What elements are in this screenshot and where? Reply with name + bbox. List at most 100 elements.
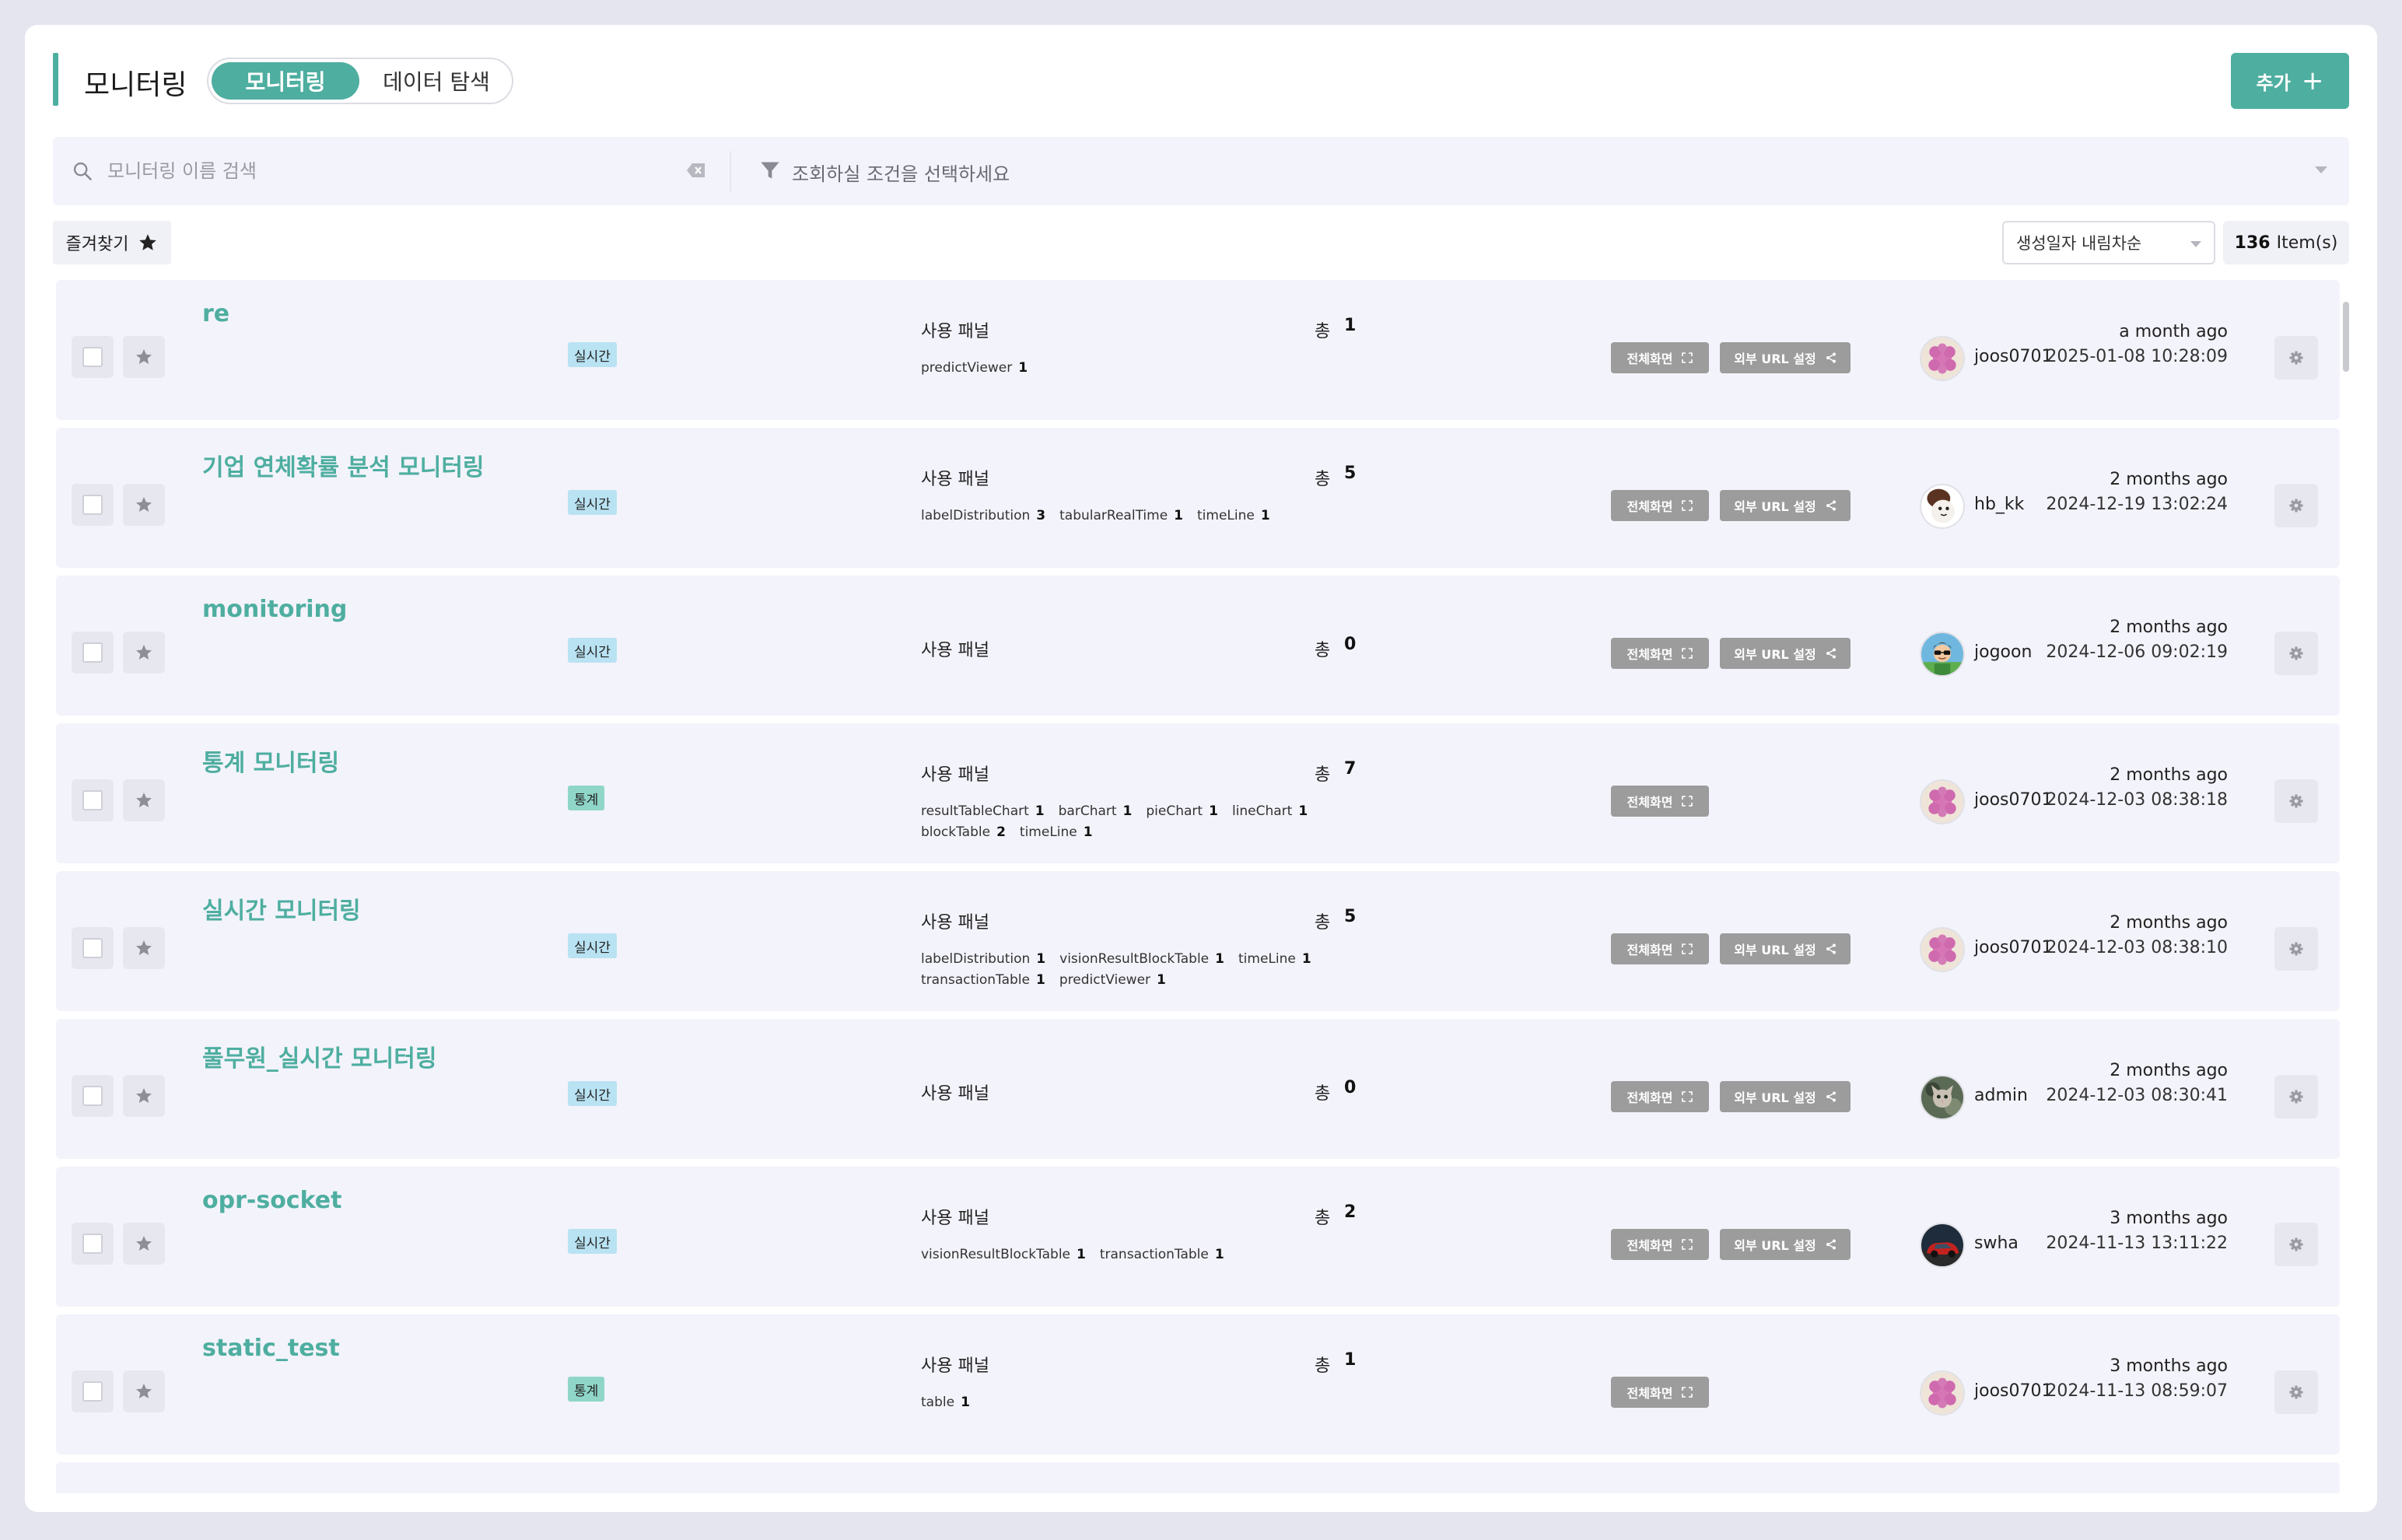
- row-checkbox[interactable]: [72, 484, 114, 526]
- monitoring-name[interactable]: re: [202, 300, 229, 327]
- monitoring-name[interactable]: opr-socket: [202, 1187, 341, 1214]
- row-checkbox[interactable]: [72, 1075, 114, 1117]
- row-checkbox[interactable]: [72, 779, 114, 821]
- monitoring-name[interactable]: static_test: [202, 1335, 340, 1362]
- expand-icon: [1682, 796, 1693, 807]
- total-label: 총: [1315, 913, 1331, 933]
- favorite-star-button[interactable]: [123, 336, 165, 378]
- add-button[interactable]: 추가 +: [2231, 53, 2349, 109]
- row-checkbox[interactable]: [72, 1370, 114, 1412]
- monitoring-row[interactable]: static_test 통계 사용 패널 총 1 table 1 전체화면 joo…: [56, 1314, 2340, 1454]
- row-settings-button[interactable]: [2274, 1223, 2318, 1266]
- favorites-filter-button[interactable]: 즐겨찾기: [53, 221, 171, 264]
- monitoring-row[interactable]: 풀무원_실시간 모니터링 실시간 사용 패널 총 0 전체화면 외부 URL 설…: [56, 1019, 2340, 1159]
- search-input[interactable]: [107, 154, 699, 188]
- row-checkbox[interactable]: [72, 632, 114, 674]
- star-icon: [135, 495, 153, 514]
- mode-monitoring-button[interactable]: 모니터링: [212, 62, 359, 100]
- external-url-button[interactable]: 외부 URL 설정: [1720, 638, 1851, 669]
- favorite-star-button[interactable]: [123, 1223, 165, 1265]
- total-panel-count: 5: [1344, 464, 1357, 483]
- page-title: 모니터링: [84, 69, 187, 101]
- plus-icon: +: [2301, 65, 2324, 96]
- fullscreen-button[interactable]: 전체화면: [1611, 786, 1709, 817]
- panel-chip: predictViewer 1: [1059, 972, 1166, 988]
- creator-username: jogoon: [1974, 642, 2033, 662]
- monitoring-name[interactable]: 실시간 모니터링: [202, 891, 361, 926]
- monitoring-name[interactable]: 풀무원_실시간 모니터링: [202, 1039, 436, 1073]
- filter-select[interactable]: 조회하실 조건을 선택하세요: [792, 159, 1010, 186]
- used-panel-label: 사용 패널: [921, 765, 989, 785]
- monitoring-name[interactable]: 기업 연체확률 분석 모니터링: [202, 448, 485, 482]
- star-icon: [135, 1087, 153, 1105]
- search-divider: [730, 151, 731, 191]
- row-checkbox[interactable]: [72, 336, 114, 378]
- row-settings-button[interactable]: [2274, 484, 2318, 527]
- favorite-star-button[interactable]: [123, 1075, 165, 1117]
- row-settings-button[interactable]: [2274, 927, 2318, 971]
- row-settings-button[interactable]: [2274, 1370, 2318, 1414]
- monitoring-row[interactable]: opr-socket 실시간 사용 패널 총 2 visionResultBlo…: [56, 1167, 2340, 1307]
- chevron-down-icon[interactable]: [2315, 166, 2327, 173]
- mode-data-explore-button[interactable]: 데이터 탐색: [364, 62, 509, 100]
- external-url-button[interactable]: 외부 URL 설정: [1720, 933, 1851, 964]
- monitoring-name[interactable]: 통계 모니터링: [202, 744, 339, 778]
- type-badge: 통계: [568, 786, 605, 810]
- external-url-button[interactable]: 외부 URL 설정: [1720, 342, 1851, 373]
- created-timestamp: 2025-01-08 10:28:09: [2046, 347, 2228, 366]
- row-settings-button[interactable]: [2274, 779, 2318, 823]
- list-scrollbar[interactable]: [2343, 280, 2351, 1493]
- type-badge: 실시간: [568, 490, 617, 515]
- favorite-star-button[interactable]: [123, 484, 165, 526]
- star-icon: [135, 939, 153, 957]
- row-settings-button[interactable]: [2274, 1075, 2318, 1118]
- fullscreen-button[interactable]: 전체화면: [1611, 1377, 1709, 1408]
- row-settings-button[interactable]: [2274, 336, 2318, 380]
- creator-username: joos0701: [1974, 347, 2053, 366]
- fullscreen-button[interactable]: 전체화면: [1611, 1081, 1709, 1112]
- relative-time: 2 months ago: [2110, 913, 2228, 933]
- panel-chip: pieChart 1: [1146, 803, 1218, 819]
- panel-chip: visionResultBlockTable 1: [921, 1247, 1086, 1262]
- monitoring-row[interactable]: 통계 모니터링 통계 사용 패널 총 7 resultTableChart 1 ba…: [56, 723, 2340, 863]
- panel-chip: predictViewer 1: [921, 360, 1028, 376]
- fullscreen-button[interactable]: 전체화면: [1611, 933, 1709, 964]
- fullscreen-button[interactable]: 전체화면: [1611, 490, 1709, 521]
- created-timestamp: 2024-11-13 13:11:22: [2046, 1234, 2228, 1253]
- monitoring-row[interactable]: 실시간 모니터링 실시간 사용 패널 총 5 labelDistribution…: [56, 871, 2340, 1011]
- row-settings-button[interactable]: [2274, 632, 2318, 675]
- favorite-star-button[interactable]: [123, 927, 165, 969]
- monitoring-name[interactable]: monitoring: [202, 596, 347, 623]
- share-icon: [1826, 1091, 1837, 1102]
- external-url-button[interactable]: 외부 URL 설정: [1720, 1081, 1851, 1112]
- external-url-button[interactable]: 외부 URL 설정: [1720, 490, 1851, 521]
- gear-icon: [2288, 941, 2304, 957]
- row-checkbox[interactable]: [72, 1223, 114, 1265]
- favorite-star-button[interactable]: [123, 632, 165, 674]
- type-badge: 실시간: [568, 1081, 617, 1106]
- scrollbar-thumb[interactable]: [2343, 302, 2349, 372]
- panel-chip: transactionTable 1: [1099, 1247, 1224, 1262]
- external-url-button[interactable]: 외부 URL 설정: [1720, 1229, 1851, 1260]
- monitoring-row-partial[interactable]: [56, 1462, 2340, 1493]
- fullscreen-button[interactable]: 전체화면: [1611, 638, 1709, 669]
- monitoring-row[interactable]: monitoring 실시간 사용 패널 총 0 전체화면 외부 URL 설정 …: [56, 576, 2340, 716]
- used-panel-label: 사용 패널: [921, 1084, 989, 1104]
- star-icon: [135, 348, 153, 366]
- gear-icon: [2288, 646, 2304, 661]
- fullscreen-button[interactable]: 전체화면: [1611, 342, 1709, 373]
- favorite-star-button[interactable]: [123, 1370, 165, 1412]
- used-panel-label: 사용 패널: [921, 1209, 989, 1228]
- monitoring-row[interactable]: re 실시간 사용 패널 총 1 predictViewer 1 전체화면 외부 …: [56, 280, 2340, 420]
- mode-toggle: 모니터링 데이터 탐색: [207, 58, 513, 104]
- total-panel-count: 1: [1344, 316, 1357, 335]
- favorite-star-button[interactable]: [123, 779, 165, 821]
- panel-chip: timeLine 1: [1019, 824, 1093, 840]
- favorites-label: 즐겨찾기: [65, 235, 129, 254]
- row-checkbox[interactable]: [72, 927, 114, 969]
- monitoring-row[interactable]: 기업 연체확률 분석 모니터링 실시간 사용 패널 총 5 labelDistr…: [56, 428, 2340, 568]
- sort-select[interactable]: 생성일자 내림차순: [2002, 221, 2215, 264]
- clear-input-icon[interactable]: [686, 162, 706, 179]
- relative-time: 3 months ago: [2110, 1356, 2228, 1376]
- fullscreen-button[interactable]: 전체화면: [1611, 1229, 1709, 1260]
